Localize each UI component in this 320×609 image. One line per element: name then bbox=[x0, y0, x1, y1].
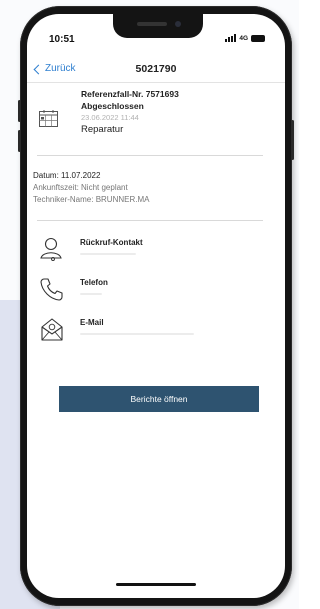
signal-icon bbox=[225, 34, 237, 42]
email-value bbox=[80, 333, 194, 335]
status-time: 10:51 bbox=[49, 34, 75, 45]
email-label: E-Mail bbox=[80, 318, 104, 327]
status-indicators: 4G bbox=[225, 34, 265, 42]
battery-icon bbox=[251, 34, 265, 42]
mail-icon bbox=[41, 318, 63, 341]
home-indicator[interactable] bbox=[116, 583, 196, 586]
camera-icon bbox=[175, 21, 181, 27]
notch bbox=[113, 14, 203, 38]
open-reports-button[interactable]: Berichte öffnen bbox=[59, 386, 259, 412]
network-type: 4G bbox=[239, 34, 248, 42]
page-title: 5021790 bbox=[135, 63, 177, 75]
email-row[interactable]: E-Mail bbox=[39, 316, 259, 350]
reference-date: 23.06.2022 11:44 bbox=[81, 113, 139, 122]
volume-down-button bbox=[18, 130, 21, 152]
phone-value bbox=[80, 293, 102, 295]
app-screen: 10:51 4G Zurück 5021790 Referenzfall-Nr.… bbox=[27, 14, 285, 598]
phone-label: Telefon bbox=[80, 278, 108, 287]
power-button bbox=[291, 120, 294, 160]
reference-text: Referenzfall-Nr. 7571693 Abgeschlossen 2… bbox=[81, 88, 179, 137]
technician-name: Techniker-Name: BRUNNER.MA bbox=[33, 195, 150, 204]
appointment-date: Datum: 11.07.2022 bbox=[33, 171, 101, 180]
phone-icon bbox=[40, 278, 63, 301]
volume-up-button bbox=[18, 100, 21, 122]
nav-header: Zurück 5021790 bbox=[27, 54, 285, 83]
reference-status: Abgeschlossen bbox=[81, 101, 144, 111]
appointment-details: Datum: 11.07.2022 Ankunftszeit: Nicht ge… bbox=[33, 170, 149, 206]
divider bbox=[37, 155, 263, 156]
reference-block: Referenzfall-Nr. 7571693 Abgeschlossen 2… bbox=[39, 88, 269, 152]
callback-contact-value bbox=[80, 253, 136, 255]
calendar-icon bbox=[39, 110, 58, 127]
phone-row[interactable]: Telefon bbox=[39, 276, 259, 310]
divider bbox=[37, 220, 263, 221]
callback-contact-row[interactable]: Rückruf-Kontakt bbox=[39, 236, 259, 270]
arrival-time: Ankunftszeit: Nicht geplant bbox=[33, 183, 128, 192]
speaker bbox=[137, 22, 167, 26]
reference-number: Referenzfall-Nr. 7571693 bbox=[81, 89, 179, 99]
reference-type: Reparatur bbox=[81, 124, 124, 135]
person-icon bbox=[40, 237, 62, 261]
callback-contact-label: Rückruf-Kontakt bbox=[80, 238, 143, 247]
